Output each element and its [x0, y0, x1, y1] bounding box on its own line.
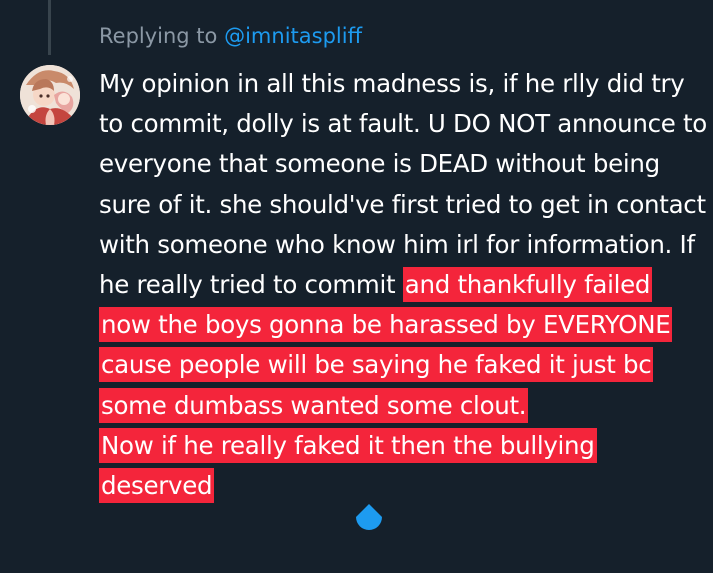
anime-avatar-icon — [20, 65, 80, 125]
tweet-text-plain: My opinion in all this madness is, if he… — [99, 69, 707, 300]
tweet-text: My opinion in all this madness is, if he… — [99, 64, 707, 506]
tweet-text-selected-2[interactable]: Now if he really faked it then the bully… — [99, 427, 597, 504]
reply-handle-link[interactable]: @imnitaspliff — [224, 24, 362, 48]
replying-to-label: Replying to — [99, 24, 218, 48]
tweet-paragraph-2: Now if he really faked it then the bully… — [99, 426, 707, 506]
thread-connector-line — [48, 0, 51, 55]
text-selection-handle-icon[interactable] — [353, 502, 385, 536]
tweet-paragraph-1: My opinion in all this madness is, if he… — [99, 64, 707, 426]
avatar[interactable] — [20, 65, 80, 125]
replying-to-header: Replying to @imnitaspliff — [99, 24, 362, 48]
